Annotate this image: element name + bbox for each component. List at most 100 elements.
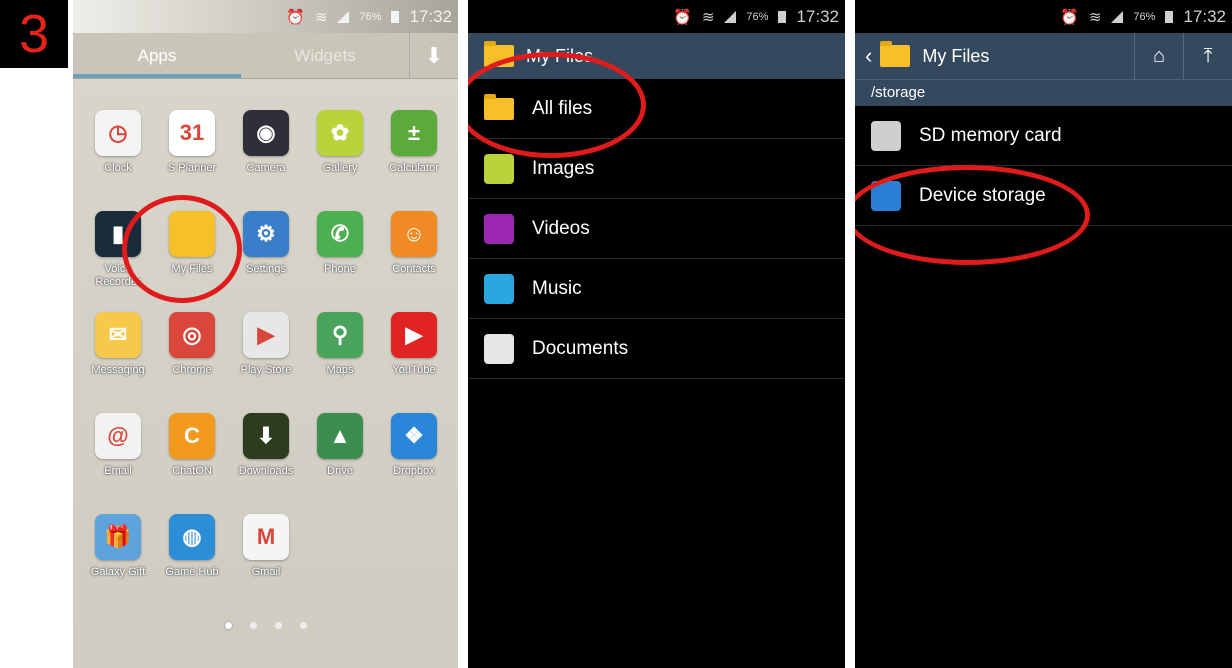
page-dot[interactable] [299, 622, 307, 629]
list-item[interactable]: Videos [468, 199, 845, 259]
app-shortcut[interactable]: M Gmail [229, 514, 303, 598]
list-item[interactable]: All files [468, 79, 845, 139]
signal-icon [1111, 10, 1124, 23]
tab-widgets[interactable]: Widgets [241, 33, 409, 78]
calculator-icon: ± [391, 110, 437, 156]
app-label: Drive [327, 465, 353, 477]
app-label: Calculator [389, 162, 439, 174]
app-shortcut[interactable]: ⚲ Maps [303, 312, 377, 396]
status-bar: ⏰ ≋ 76% 17:32 [855, 0, 1232, 33]
page-dot[interactable] [249, 622, 257, 629]
list-item-label: All files [532, 97, 593, 119]
app-shortcut[interactable]: ▮ Voice Recorder [81, 211, 155, 295]
app-label: Settings [246, 263, 286, 275]
app-shortcut[interactable]: ⬇ Downloads [229, 413, 303, 497]
page-dot[interactable] [274, 622, 282, 629]
step-number-badge: 3 [0, 0, 68, 68]
list-item-label: Videos [532, 217, 590, 239]
app-header: My Files [468, 33, 845, 79]
app-shortcut[interactable]: C ChatON [155, 413, 229, 497]
list-item-label: Documents [532, 337, 629, 359]
app-shortcut[interactable]: ± Calculator [377, 110, 451, 194]
download-icon: ⬇ [243, 413, 289, 459]
app-shortcut[interactable]: ◎ Chrome [155, 312, 229, 396]
app-shortcut[interactable]: ✆ Phone [303, 211, 377, 295]
wifi-icon: ≋ [701, 8, 715, 26]
app-shortcut[interactable]: ▶ YouTube [377, 312, 451, 396]
chaton-icon: C [169, 413, 215, 459]
status-bar: ⏰ ≋ 76% 17:32 [468, 0, 845, 33]
app-label: Messaging [91, 364, 145, 376]
list-item[interactable]: Device storage [855, 166, 1232, 226]
app-shortcut[interactable]: ✿ Gallery [303, 110, 377, 194]
app-label: Dropbox [393, 465, 435, 477]
tab-apps[interactable]: Apps [73, 33, 241, 78]
contacts-icon: ☺ [391, 211, 437, 257]
sd-card-icon [871, 120, 901, 151]
app-shortcut[interactable]: 31 S Planner [155, 110, 229, 194]
signal-icon [724, 10, 737, 23]
music-icon [484, 273, 514, 304]
parent-folder-icon[interactable]: ⤒ [1183, 33, 1232, 79]
alarm-icon: ⏰ [1060, 8, 1079, 26]
drive-icon: ▲ [317, 413, 363, 459]
folder-icon [880, 41, 911, 67]
battery-icon [1165, 10, 1174, 23]
gamepad-icon: ◍ [169, 514, 215, 560]
app-label: Contacts [392, 263, 436, 275]
app-shortcut[interactable]: ☺ Contacts [377, 211, 451, 295]
app-label: Gmail [251, 566, 281, 578]
app-shortcut[interactable]: ◷ Clock [81, 110, 155, 194]
path-bar: /storage [855, 79, 1232, 106]
camera-icon: ◉ [243, 110, 289, 156]
app-drawer-tabs: Apps Widgets ⬇ [73, 33, 458, 79]
gmail-icon: M [243, 514, 289, 560]
app-shortcut[interactable]: ▶ Play Store [229, 312, 303, 396]
youtube-icon: ▶ [391, 312, 437, 358]
header-actions: ⌂ ⤒ [1134, 33, 1232, 79]
app-label: Phone [324, 263, 356, 275]
app-label: Galaxy Gift [90, 566, 146, 578]
app-shortcut[interactable]: ❖ Dropbox [377, 413, 451, 497]
app-label: My Files [171, 263, 213, 275]
app-shortcut[interactable]: @ Email [81, 413, 155, 497]
list-item[interactable]: Images [468, 139, 845, 199]
list-item-label: SD memory card [919, 124, 1062, 146]
list-item-label: Images [532, 157, 595, 179]
app-header: ‹ My Files ⌂ ⤒ [855, 33, 1232, 79]
dropbox-icon: ❖ [391, 413, 437, 459]
app-label: Play Store [240, 364, 292, 376]
back-chevron-icon[interactable]: ‹ [865, 43, 872, 69]
app-shortcut[interactable]: ◍ Game Hub [155, 514, 229, 598]
phone-screen-app-drawer: ⏰ ≋ 76% 17:32 Apps Widgets ⬇ ◷ Clock 31 S P… [73, 0, 458, 668]
battery-icon [391, 10, 400, 23]
page-dot[interactable] [224, 622, 232, 629]
list-item[interactable]: SD memory card [855, 106, 1232, 166]
battery-text: 76% [359, 10, 382, 23]
app-shortcut[interactable]: ⚙ Settings [229, 211, 303, 295]
app-shortcut[interactable]: ◉ Camera [229, 110, 303, 194]
chrome-icon: ◎ [169, 312, 215, 358]
app-shortcut[interactable]: ✉ Messaging [81, 312, 155, 396]
status-time: 17:32 [1183, 6, 1226, 26]
phone-screen-my-files: ⏰ ≋ 76% 17:32 My Files All files Images Vi… [468, 0, 845, 668]
list-item[interactable]: Music [468, 259, 845, 319]
app-label: Game Hub [165, 566, 219, 578]
home-icon[interactable]: ⌂ [1134, 33, 1183, 79]
header-title: My Files [922, 45, 990, 66]
app-label: S Planner [167, 162, 217, 174]
maps-icon: ⚲ [317, 312, 363, 358]
messaging-icon: ✉ [95, 312, 141, 358]
app-shortcut[interactable]: 🎁 Galaxy Gift [81, 514, 155, 598]
download-icon[interactable]: ⬇ [409, 33, 458, 78]
header-title: My Files [526, 45, 593, 66]
list-item[interactable]: Documents [468, 319, 845, 379]
app-shortcut[interactable]: ▲ Drive [303, 413, 377, 497]
list-item-label: Device storage [919, 184, 1046, 206]
app-shortcut[interactable]: My Files [155, 211, 229, 295]
folder-icon [484, 41, 514, 67]
app-label: ChatON [172, 465, 212, 477]
wifi-icon: ≋ [314, 8, 328, 26]
app-label: Camera [246, 162, 286, 174]
alarm-icon: ⏰ [286, 8, 305, 26]
